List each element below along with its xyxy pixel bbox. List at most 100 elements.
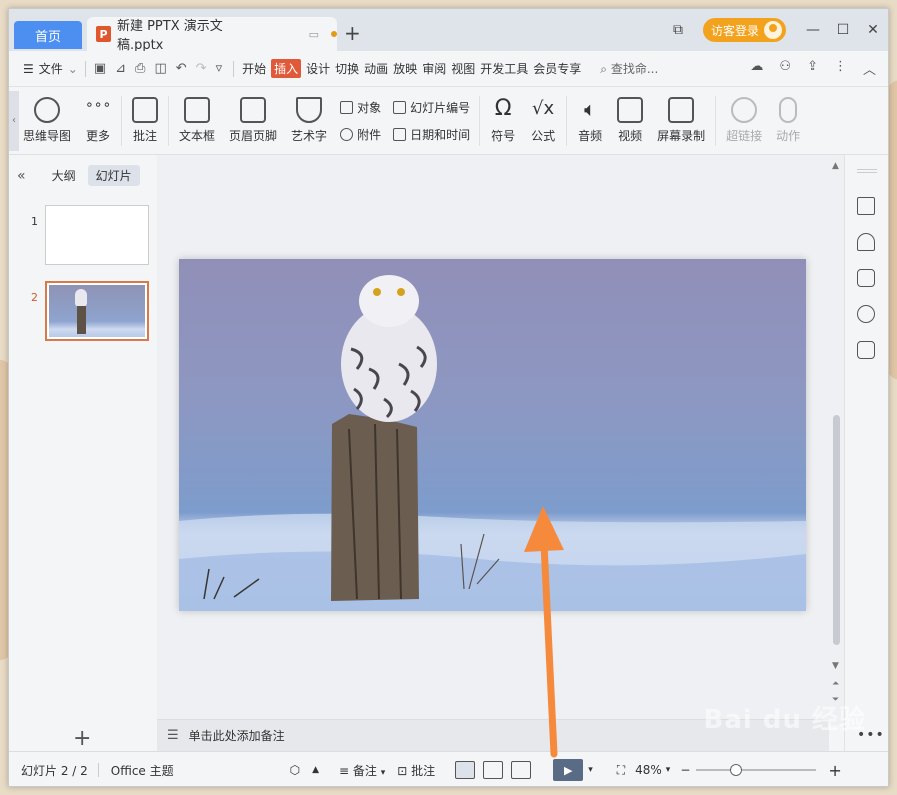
wordart-button[interactable]: 艺术字 [291,97,327,144]
menu-tab-review[interactable]: 审阅 [422,60,446,77]
preview-icon[interactable]: ◫ [154,61,166,76]
audio-button[interactable]: 🔈︎ 音频 [577,97,603,144]
slides-switch-icon[interactable] [857,269,875,287]
scroll-up-icon[interactable]: ▲ [832,161,839,171]
zoom-slider[interactable] [696,764,817,776]
format-painter-icon[interactable]: ⊿ [115,61,126,76]
document-title: 新建 PPTX 演示文稿.pptx [116,19,223,53]
divider [97,763,99,777]
sorter-view-icon[interactable] [483,761,504,779]
menu-tab-animation[interactable]: 动画 [364,60,388,77]
archive-icon[interactable] [857,341,875,359]
search-command[interactable]: ⌕ 查找命... [600,60,658,77]
watermark-logo: Bai du 经验 [703,705,866,735]
login-button[interactable]: 访客登录 [702,18,786,42]
screen-record-icon [668,97,695,123]
header-footer-button[interactable]: 页眉页脚 [229,97,277,144]
header-footer-icon [240,97,267,123]
slide-number: 1 [31,215,38,228]
close-icon[interactable]: ✕ [858,22,888,38]
tab-bar: 首页 P 新建 PPTX 演示文稿.pptx ▭ + ⧉ 访客登录 — ☐ ✕ [9,9,888,53]
slide-image[interactable] [179,259,806,611]
date-time-button[interactable]: 日期和时间 [393,126,470,143]
share-icon[interactable]: ⇪ [807,59,818,78]
tab-home[interactable]: 首页 [14,21,82,49]
symbol-button[interactable]: Ω 符号 [490,97,516,144]
fit-window-icon[interactable]: ⛶ [617,763,625,778]
user-add-icon[interactable]: ⚇ [779,59,791,78]
notes-toggle[interactable]: ≡ 备注 ▾ [339,762,385,779]
slide-thumbnail-selected[interactable] [45,281,149,341]
hamburger-icon[interactable]: ☰ [23,62,34,76]
menu-tab-member[interactable]: 会员专享 [533,60,581,77]
zoom-level[interactable]: 48% [635,763,662,777]
zoom-out-icon[interactable]: − [680,763,690,777]
menu-tab-insert[interactable]: 插入 [271,59,302,78]
tab-slides[interactable]: 幻灯片 [87,165,140,186]
slide-panel: « 大纲 幻灯片 1 2 + [9,155,157,751]
menu-tab-design[interactable]: 设计 [306,60,330,77]
menu-tab-view[interactable]: 视图 [451,60,475,77]
window-count-icon[interactable]: ⧉ [663,22,693,38]
ribbon-scroll-left-icon[interactable]: ‹ [9,90,19,151]
undo-icon[interactable]: ↶ [176,61,187,76]
menu-tab-start[interactable]: 开始 [242,60,266,77]
redo-icon[interactable]: ↷ [196,61,207,76]
minimize-icon[interactable]: — [798,22,828,38]
monitor-icon[interactable]: ▭ [309,28,319,41]
chevron-down-icon[interactable]: ▾ [666,765,671,775]
slide-thumbnail[interactable] [45,205,149,265]
window-controls: ⧉ 访客登录 — ☐ ✕ [663,17,888,43]
more-vertical-icon[interactable]: ⋮ [834,59,847,78]
divider [715,95,717,146]
star-icon[interactable] [857,233,875,251]
vertical-scrollbar[interactable]: ▲ ▼ ⏶ ⏷ [829,155,845,725]
link-icon [731,97,758,123]
textbox-button[interactable]: 文本框 [179,97,215,144]
login-label: 访客登录 [710,23,759,38]
save-icon[interactable]: ▣ [94,61,106,76]
screen-record-button[interactable]: 屏幕录制 [657,97,705,144]
add-slide-button[interactable]: + [73,726,91,751]
object-button[interactable]: 对象 [340,99,381,116]
tab-document[interactable]: P 新建 PPTX 演示文稿.pptx ▭ [87,17,338,53]
video-button[interactable]: 视频 [617,97,644,144]
slide-number-button[interactable]: 幻灯片编号 [393,99,470,116]
print-icon[interactable]: ⎙ [135,61,145,76]
scroll-thumb[interactable] [833,415,840,645]
more-button[interactable]: ∘∘∘ 更多 [85,97,111,144]
cube-icon[interactable]: ⬡ [290,763,300,777]
tab-outline[interactable]: 大纲 [44,165,84,186]
comment-toggle[interactable]: ⊡ 批注 [397,762,435,779]
menu-tab-slideshow[interactable]: 放映 [393,60,417,77]
zoom-slider-knob[interactable] [730,764,743,776]
help-icon[interactable] [857,305,875,323]
settings-sliders-icon[interactable] [857,197,875,215]
comment-button[interactable]: 批注 [132,97,159,144]
formula-button[interactable]: √x 公式 [530,97,556,144]
cloud-icon[interactable]: ☁ [750,59,763,78]
normal-view-icon[interactable] [455,761,476,779]
maximize-icon[interactable]: ☐ [828,22,858,38]
new-tab-button[interactable]: + [344,21,361,45]
mindmap-button[interactable]: 思维导图 [23,97,71,144]
scroll-down-icon[interactable]: ▼ [832,661,839,671]
prev-slide-icon[interactable]: ⏶ [832,679,839,689]
theme-name[interactable]: Office 主题 [111,762,174,779]
divider [84,60,86,77]
menu-tab-transition[interactable]: 切换 [335,60,359,77]
zoom-in-icon[interactable]: + [828,761,841,780]
collapse-panel-icon[interactable]: « [17,168,26,184]
customize-icon[interactable]: ▿ [216,61,223,76]
hyperlink-label: 超链接 [726,129,763,143]
action-button[interactable]: 动作 [776,97,800,144]
file-menu[interactable]: 文件 [39,60,63,77]
header-footer-label: 页眉页脚 [229,129,278,143]
hyperlink-button[interactable]: 超链接 [726,97,762,144]
attachment-button[interactable]: 附件 [340,126,381,143]
collapse-ribbon-icon[interactable]: ︿ [863,59,876,78]
chevron-down-icon[interactable]: ⌄ [68,62,78,76]
menu-tab-developer[interactable]: 开发工具 [480,60,528,77]
play-options-icon[interactable]: ▾ [588,765,593,775]
chevron-up-icon[interactable]: ▲ [312,765,319,775]
